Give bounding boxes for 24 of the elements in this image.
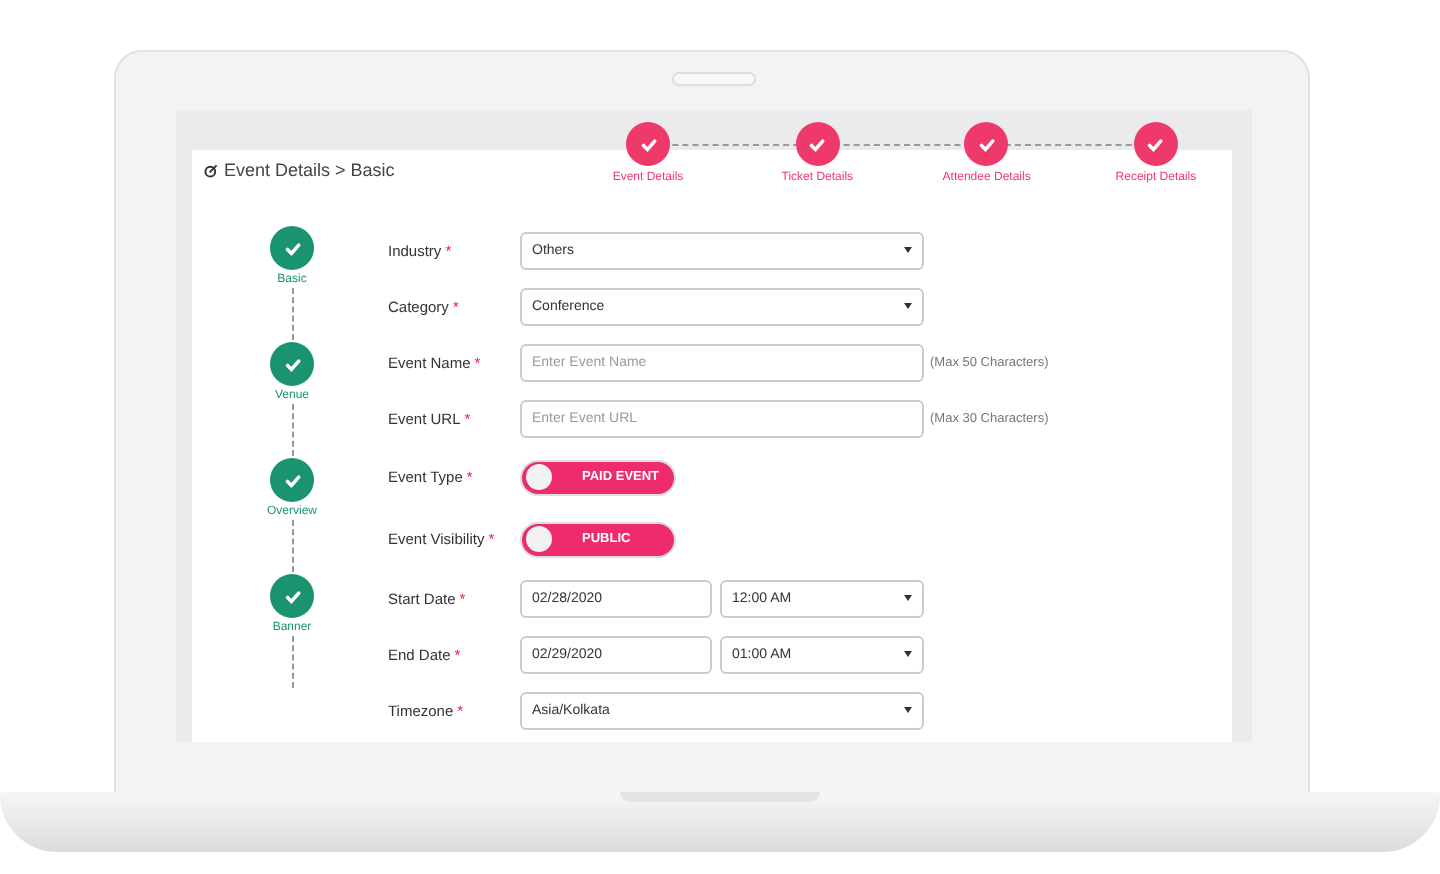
caret-icon — [904, 302, 912, 310]
caret-icon — [904, 246, 912, 254]
step-circle[interactable] — [270, 226, 314, 270]
caret-icon — [904, 706, 912, 714]
step-circle[interactable] — [626, 122, 670, 166]
page-title: Event Details > Basic — [224, 160, 395, 180]
step-circle[interactable] — [270, 574, 314, 618]
webcam — [672, 72, 756, 86]
step-circle[interactable] — [270, 458, 314, 502]
edit-icon — [204, 163, 218, 177]
check-icon — [281, 237, 303, 259]
check-icon — [1144, 133, 1167, 155]
step-circle[interactable] — [795, 122, 840, 166]
caret-icon — [904, 594, 912, 602]
check-icon — [281, 469, 303, 491]
check-icon — [637, 133, 659, 155]
step-circle[interactable] — [270, 342, 314, 386]
caret-icon — [904, 650, 912, 658]
check-icon — [975, 133, 998, 155]
check-icon — [281, 585, 303, 607]
check-icon — [806, 133, 829, 155]
step-circle[interactable] — [1133, 122, 1178, 166]
check-icon — [281, 353, 303, 375]
step-circle[interactable] — [964, 122, 1009, 166]
